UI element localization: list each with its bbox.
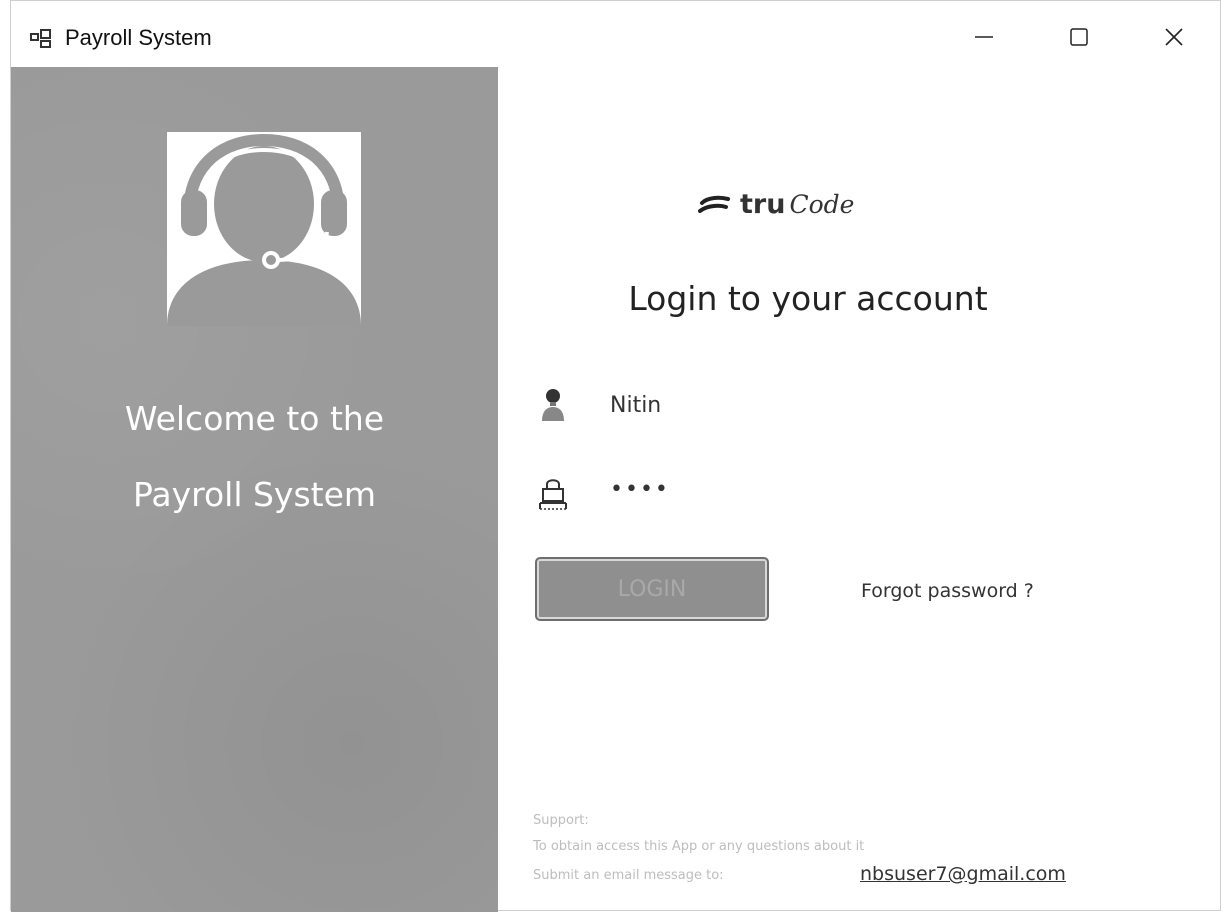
welcome-line-2: Payroll System	[132, 475, 377, 514]
logo-text-tru: tru	[740, 189, 786, 220]
trucode-logo: tru Code	[698, 189, 854, 220]
support-title: Support:	[533, 813, 589, 828]
minimize-button[interactable]	[961, 17, 1007, 57]
avatar	[167, 132, 361, 326]
user-icon	[542, 389, 564, 421]
welcome-line-1: Welcome to the	[124, 399, 385, 438]
lock-icon	[539, 479, 567, 510]
close-button[interactable]	[1151, 17, 1197, 57]
password-input[interactable]	[610, 469, 1130, 509]
login-heading: Login to your account	[628, 279, 988, 318]
minimize-icon	[975, 36, 993, 38]
forgot-password-link[interactable]: Forgot password ?	[861, 580, 1034, 602]
logo-text-code: Code	[789, 190, 855, 219]
app-window: Payroll System Welcome to the Payroll Sy…	[10, 0, 1222, 912]
app-window-icon	[30, 29, 51, 48]
support-email-link[interactable]: nbsuser7@gmail.com	[860, 863, 1066, 885]
window-title: Payroll System	[65, 25, 212, 50]
username-input[interactable]	[610, 385, 1130, 425]
support-text-line-1: To obtain access this App or any questio…	[533, 839, 865, 854]
title-bar: Payroll System	[11, 1, 1220, 67]
trucode-logo-mark	[698, 195, 730, 213]
welcome-panel: Welcome to the Payroll System	[11, 67, 498, 912]
login-panel: tru Code Login to your account LOGIN For…	[498, 67, 1222, 912]
close-icon	[1165, 28, 1183, 46]
maximize-icon	[1070, 28, 1088, 46]
maximize-button[interactable]	[1056, 17, 1102, 57]
login-button[interactable]: LOGIN	[535, 557, 769, 621]
headset-support-person-icon	[167, 133, 361, 326]
support-text-line-2: Submit an email message to:	[533, 868, 724, 883]
